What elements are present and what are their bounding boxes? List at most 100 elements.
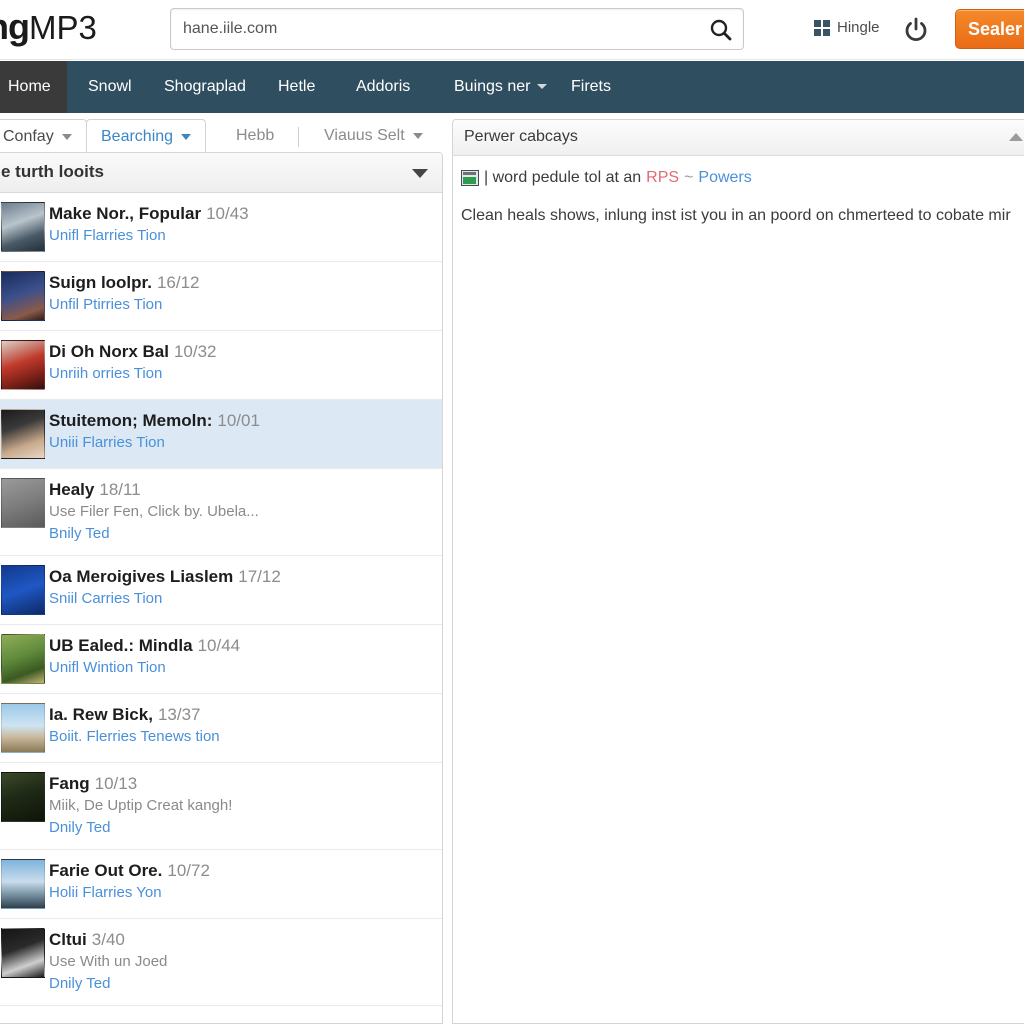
tab-viauus-selt[interactable]: Viauus Selt bbox=[310, 119, 437, 155]
list-item-link[interactable]: Uniii Flarries Tion bbox=[49, 432, 430, 454]
list-panel-title: e turth looits bbox=[1, 162, 104, 181]
list-item-thumbnail bbox=[1, 703, 45, 753]
detail-line-2: Clean heals shows, inlung inst ist you i… bbox=[461, 207, 1011, 224]
chevron-down-icon[interactable] bbox=[412, 169, 428, 178]
list-item-link[interactable]: Boiit. Flerries Tenews tion bbox=[49, 726, 430, 748]
list-item-thumbnail bbox=[1, 928, 45, 978]
windows-grid-icon bbox=[814, 19, 830, 36]
tab-confay[interactable]: Confay bbox=[0, 119, 87, 155]
list-item[interactable]: Cltui 3/40 Use With un Joed Dnily Ted bbox=[0, 919, 442, 1006]
search-icon[interactable] bbox=[707, 16, 735, 44]
list-item-title-text: Di Oh Norx Bal bbox=[49, 342, 169, 361]
detail-line-1: | word pedule tol at an RPS ~ Powers bbox=[461, 166, 1024, 190]
list-item-thumbnail bbox=[1, 271, 45, 321]
list-item-link[interactable]: Unriih orries Tion bbox=[49, 363, 430, 385]
list-item-number: 10/01 bbox=[217, 411, 260, 430]
list-item-title: Farie Out Ore. 10/72 bbox=[49, 860, 430, 882]
nav-item-addoris[interactable]: Addoris bbox=[340, 61, 426, 113]
nav-item-home[interactable]: Home bbox=[0, 61, 67, 113]
list-item-number: 10/32 bbox=[173, 342, 217, 361]
list-item[interactable]: Make Nor., Fopular 10/43 Unifl Flarries Ti… bbox=[0, 193, 442, 262]
list-item-subtitle: Use Filer Fen, Click by. Ubela... bbox=[49, 503, 259, 520]
list-item-thumbnail bbox=[1, 772, 45, 822]
list-item-title-text: UB Ealed.: Mindla bbox=[49, 636, 193, 655]
nav-item-label: Snowl bbox=[88, 78, 132, 95]
tab-bearching[interactable]: Bearching bbox=[86, 119, 207, 155]
list-item-number: 13/37 bbox=[157, 705, 201, 724]
list-item-title-text: Healy bbox=[49, 480, 95, 499]
list-item-thumbnail bbox=[1, 634, 45, 684]
list-item-title-text: Oa Meroigives Liaslem bbox=[49, 567, 234, 586]
detail-panel-header: Perwer cabcays bbox=[453, 120, 1024, 156]
detail-line1-pre: | word pedule tol at an bbox=[484, 169, 642, 186]
list-item-title: Stuitemon; Memoln: 10/01 bbox=[49, 410, 430, 432]
list-item-link[interactable]: Dnily Ted bbox=[49, 817, 430, 839]
list-item-link[interactable]: Unifl Wintion Tion bbox=[49, 657, 430, 679]
list-item[interactable]: Di Oh Norx Bal 10/32 Unriih orries Tion bbox=[0, 331, 442, 400]
list-item-link[interactable]: Unfil Ptirries Tion bbox=[49, 294, 430, 316]
detail-panel: Perwer cabcays | word pedule tol at an R… bbox=[452, 119, 1024, 1024]
detail-line1-rps: RPS bbox=[646, 169, 680, 186]
list-item-title: UB Ealed.: Mindla 10/44 bbox=[49, 635, 430, 657]
nav-item-hetle[interactable]: Hetle bbox=[262, 61, 331, 113]
tab-strip: Confay Bearching Hebb Viauus Selt bbox=[0, 119, 443, 155]
detail-panel-title: Perwer cabcays bbox=[464, 128, 578, 145]
tab-hebb[interactable]: Hebb bbox=[222, 119, 288, 155]
list-item-thumbnail bbox=[1, 859, 45, 909]
list-item-link[interactable]: Holii Flarries Yon bbox=[49, 882, 430, 904]
list-item-title: Make Nor., Fopular 10/43 bbox=[49, 203, 430, 225]
list-item[interactable]: Farie Out Ore. 10/72 Holii Flarries Yon bbox=[0, 850, 442, 919]
nav-item-label: Home bbox=[8, 78, 51, 95]
power-icon[interactable] bbox=[902, 16, 930, 44]
list-item-link[interactable]: Unifl Flarries Tion bbox=[49, 225, 430, 247]
list-item[interactable]: Fang 10/13 Miik, De Uptip Creat kangh! Dnil… bbox=[0, 763, 442, 850]
tab-label: Viauus Selt bbox=[324, 127, 405, 144]
list-item[interactable]: Healy 18/11 Use Filer Fen, Click by. Ubela… bbox=[0, 469, 442, 556]
nav-item-shograplad[interactable]: Shograplad bbox=[148, 61, 262, 113]
list-item-title: Ia. Rew Bick, 13/37 bbox=[49, 704, 430, 726]
list-item[interactable]: Ia. Rew Bick, 13/37 Boiit. Flerries Tenews… bbox=[0, 694, 442, 763]
list-item-title-text: Make Nor., Fopular bbox=[49, 204, 202, 223]
list-item-thumbnail bbox=[1, 565, 45, 615]
list-item-number: 17/12 bbox=[238, 567, 281, 586]
list-item-link[interactable]: Sniil Carries Tion bbox=[49, 588, 430, 610]
list-item-number: 10/44 bbox=[197, 636, 241, 655]
list-item-title: Di Oh Norx Bal 10/32 bbox=[49, 341, 430, 363]
logo-thin-text: MP3 bbox=[28, 9, 97, 46]
detail-line1-powers-link[interactable]: Powers bbox=[698, 166, 751, 190]
main-navbar: Home Snowl Shograplad Hetle Addoris Buings ne… bbox=[0, 61, 1024, 113]
list-item-link[interactable]: Dnily Ted bbox=[49, 973, 430, 995]
nav-item-label: Shograplad bbox=[164, 78, 246, 95]
nav-item-label: Addoris bbox=[356, 78, 411, 95]
image-thumbnail-icon bbox=[461, 170, 479, 186]
list-item[interactable]: UB Ealed.: Mindla 10/44 Unifl Wintion Tion bbox=[0, 625, 442, 694]
list-item-subtitle: Use With un Joed bbox=[49, 953, 168, 970]
search-input[interactable] bbox=[183, 9, 683, 49]
list-item[interactable]: Oa Meroigives Liaslem 17/12 Sniil Carries … bbox=[0, 556, 442, 625]
sealer-button[interactable]: Sealer bbox=[955, 9, 1024, 49]
tab-label: Bearching bbox=[101, 128, 174, 145]
list-item-title-text: Ia. Rew Bick, bbox=[49, 705, 153, 724]
list-item-number: 10/72 bbox=[167, 861, 210, 880]
chevron-up-icon[interactable] bbox=[1009, 133, 1023, 141]
search-box[interactable] bbox=[170, 8, 744, 50]
list-item[interactable]: Stuitemon; Memoln: 10/01 Uniii Flarries Ti… bbox=[0, 400, 442, 469]
logo-bold-text: ing bbox=[0, 6, 30, 47]
tab-separator bbox=[298, 127, 299, 147]
list-item-number: 3/40 bbox=[91, 930, 125, 949]
results-list-panel: e turth looits Make Nor., Fopular 10/43 Un… bbox=[0, 152, 443, 1024]
list-item-title: Fang 10/13 bbox=[49, 773, 430, 795]
list-item[interactable]: Suign loolpr. 16/12 Unfil Ptirries Tion bbox=[0, 262, 442, 331]
nav-item-label: Hetle bbox=[278, 78, 316, 95]
list-item-title-text: Suign loolpr. bbox=[49, 273, 152, 292]
list-item-link[interactable]: Bnily Ted bbox=[49, 523, 430, 545]
list-item-title-text: Stuitemon; Memoln: bbox=[49, 411, 213, 430]
site-logo[interactable]: ingMP3 bbox=[0, 6, 97, 48]
list-item-title-text: Cltui bbox=[49, 930, 87, 949]
nav-item-buings-ner[interactable]: Buings ner bbox=[438, 61, 563, 113]
nav-item-snowl[interactable]: Snowl bbox=[72, 61, 148, 113]
top-header: ingMP3 Hingle Sealer bbox=[0, 0, 1024, 60]
detail-line1-tilde: ~ bbox=[684, 169, 694, 186]
hingle-menu[interactable]: Hingle bbox=[814, 19, 880, 36]
nav-item-firets[interactable]: Firets bbox=[555, 61, 627, 113]
